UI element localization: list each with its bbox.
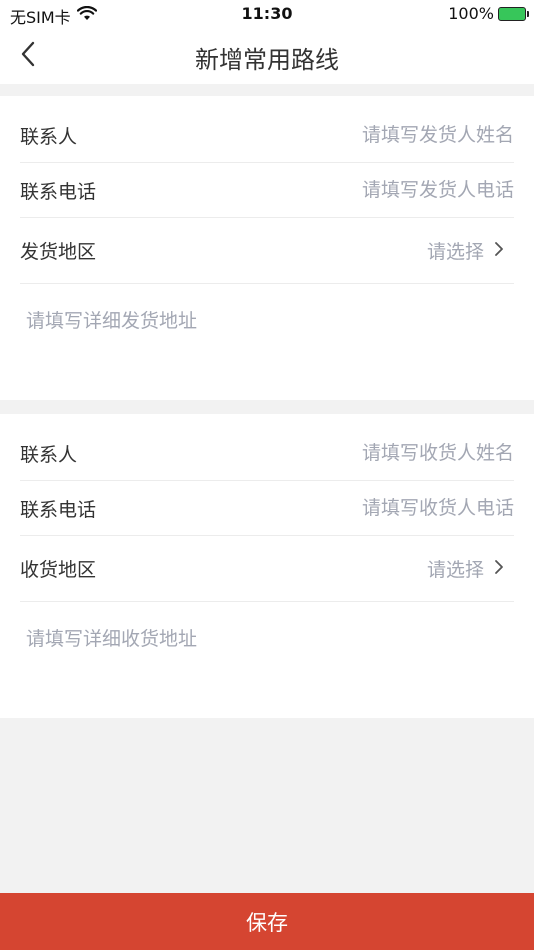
receiver-address-input[interactable]: [26, 624, 514, 704]
sender-contact-row: 联系人: [20, 108, 514, 163]
sender-region-row[interactable]: 发货地区 请选择: [20, 218, 514, 284]
sender-phone-input[interactable]: [254, 179, 514, 201]
receiver-phone-label: 联系电话: [20, 498, 97, 521]
receiver-phone-row: 联系电话: [20, 481, 514, 536]
status-bar: 无SIM卡 11:30 100%: [0, 0, 534, 28]
receiver-region-row[interactable]: 收货地区 请选择: [20, 536, 514, 602]
receiver-region-value: 请选择: [426, 559, 484, 581]
sender-address-input[interactable]: [26, 306, 514, 386]
sender-name-input[interactable]: [254, 124, 514, 146]
battery-percent: 100%: [448, 4, 494, 23]
receiver-contact-label: 联系人: [20, 443, 78, 466]
page: 无SIM卡 11:30 100% 新增常用路线 联系人 请填写发货人姓名 联系电…: [0, 0, 534, 950]
status-right: 100%: [448, 4, 529, 23]
sender-region-value: 请选择: [426, 241, 484, 263]
page-title: 新增常用路线: [195, 46, 339, 74]
receiver-region-select[interactable]: 请选择: [427, 555, 514, 582]
save-button[interactable]: 保存: [0, 893, 534, 950]
battery-icon: [498, 6, 529, 21]
chevron-right-icon: [494, 558, 504, 580]
receiver-phone-input[interactable]: [254, 497, 514, 519]
nav-bar: 新增常用路线: [0, 28, 534, 84]
chevron-right-icon: [494, 240, 504, 262]
sender-section: 联系人 联系电话 发货地区 请选择: [0, 96, 534, 400]
receiver-name-input[interactable]: [254, 442, 514, 464]
sender-region-select[interactable]: 请选择: [427, 237, 514, 264]
receiver-region-label: 收货地区: [20, 559, 97, 581]
receiver-section: 联系人 联系电话 收货地区 请选择: [0, 414, 534, 718]
sender-contact-label: 联系人: [20, 125, 78, 148]
sender-phone-row: 联系电话: [20, 163, 514, 218]
receiver-contact-row: 联系人: [20, 426, 514, 481]
sender-phone-label: 联系电话: [20, 180, 97, 203]
sender-region-label: 发货地区: [20, 241, 97, 263]
